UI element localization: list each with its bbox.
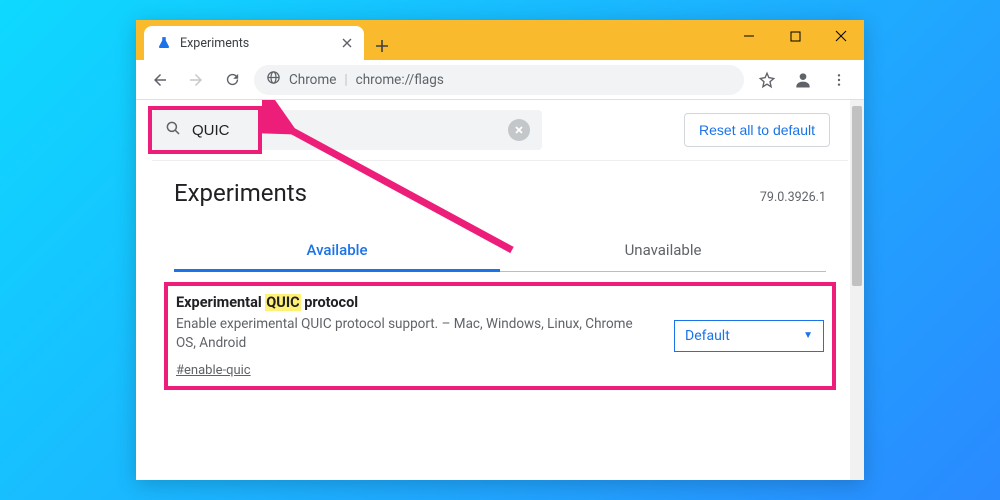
- flags-search-input[interactable]: [192, 122, 452, 139]
- page-header: Experiments 79.0.3926.1: [152, 161, 848, 213]
- minimize-button[interactable]: [726, 20, 772, 52]
- flag-list: Experimental QUIC protocol Enable experi…: [152, 272, 848, 400]
- tab-unavailable[interactable]: Unavailable: [500, 231, 826, 272]
- flag-title-prefix: Experimental: [176, 294, 265, 311]
- titlebar: Experiments: [136, 20, 864, 60]
- site-info-icon[interactable]: [266, 70, 281, 89]
- address-bar[interactable]: Chrome | chrome://flags: [254, 65, 744, 95]
- omnibox-chip: Chrome: [289, 72, 336, 88]
- flag-select-value: Default: [685, 328, 730, 344]
- back-button[interactable]: [146, 66, 174, 94]
- bookmark-star-icon[interactable]: [752, 65, 782, 95]
- toolbar: Chrome | chrome://flags: [136, 60, 864, 100]
- omnibox-divider: |: [344, 72, 347, 88]
- window-controls: [726, 20, 864, 52]
- reload-button[interactable]: [218, 66, 246, 94]
- menu-dots-icon[interactable]: [824, 65, 854, 95]
- flag-state-select[interactable]: Default ▼: [674, 320, 824, 352]
- chevron-down-icon: ▼: [803, 330, 813, 341]
- browser-tab[interactable]: Experiments: [144, 26, 364, 60]
- flag-item: Experimental QUIC protocol Enable experi…: [170, 288, 830, 384]
- forward-button[interactable]: [182, 66, 210, 94]
- flag-anchor-link[interactable]: #enable-quic: [176, 363, 251, 378]
- profile-avatar-icon[interactable]: [788, 65, 818, 95]
- page-content: Reset all to default Experiments 79.0.39…: [136, 100, 864, 480]
- reset-all-button[interactable]: Reset all to default: [684, 113, 830, 147]
- chrome-version: 79.0.3926.1: [760, 190, 826, 205]
- search-row: Reset all to default: [152, 100, 848, 161]
- clear-search-icon[interactable]: [508, 119, 530, 141]
- tab-strip: Experiments: [136, 20, 396, 60]
- tab-available[interactable]: Available: [174, 231, 500, 272]
- omnibox-url: chrome://flags: [356, 72, 444, 88]
- search-icon: [164, 119, 182, 141]
- page-title: Experiments: [174, 179, 307, 207]
- flags-search-box[interactable]: [152, 110, 542, 150]
- flag-title-suffix: protocol: [301, 294, 359, 311]
- maximize-button[interactable]: [772, 20, 818, 52]
- flag-description: Enable experimental QUIC protocol suppor…: [176, 315, 654, 353]
- flag-title: Experimental QUIC protocol: [176, 294, 654, 311]
- new-tab-button[interactable]: [368, 32, 396, 60]
- browser-window: Experiments Chrome | chrome://flags: [136, 20, 864, 480]
- close-tab-icon[interactable]: [340, 36, 354, 50]
- close-window-button[interactable]: [818, 20, 864, 52]
- flask-icon: [156, 35, 172, 51]
- flag-title-highlight: QUIC: [265, 294, 300, 311]
- tab-title: Experiments: [180, 36, 249, 51]
- flag-tabs: Available Unavailable: [174, 231, 826, 272]
